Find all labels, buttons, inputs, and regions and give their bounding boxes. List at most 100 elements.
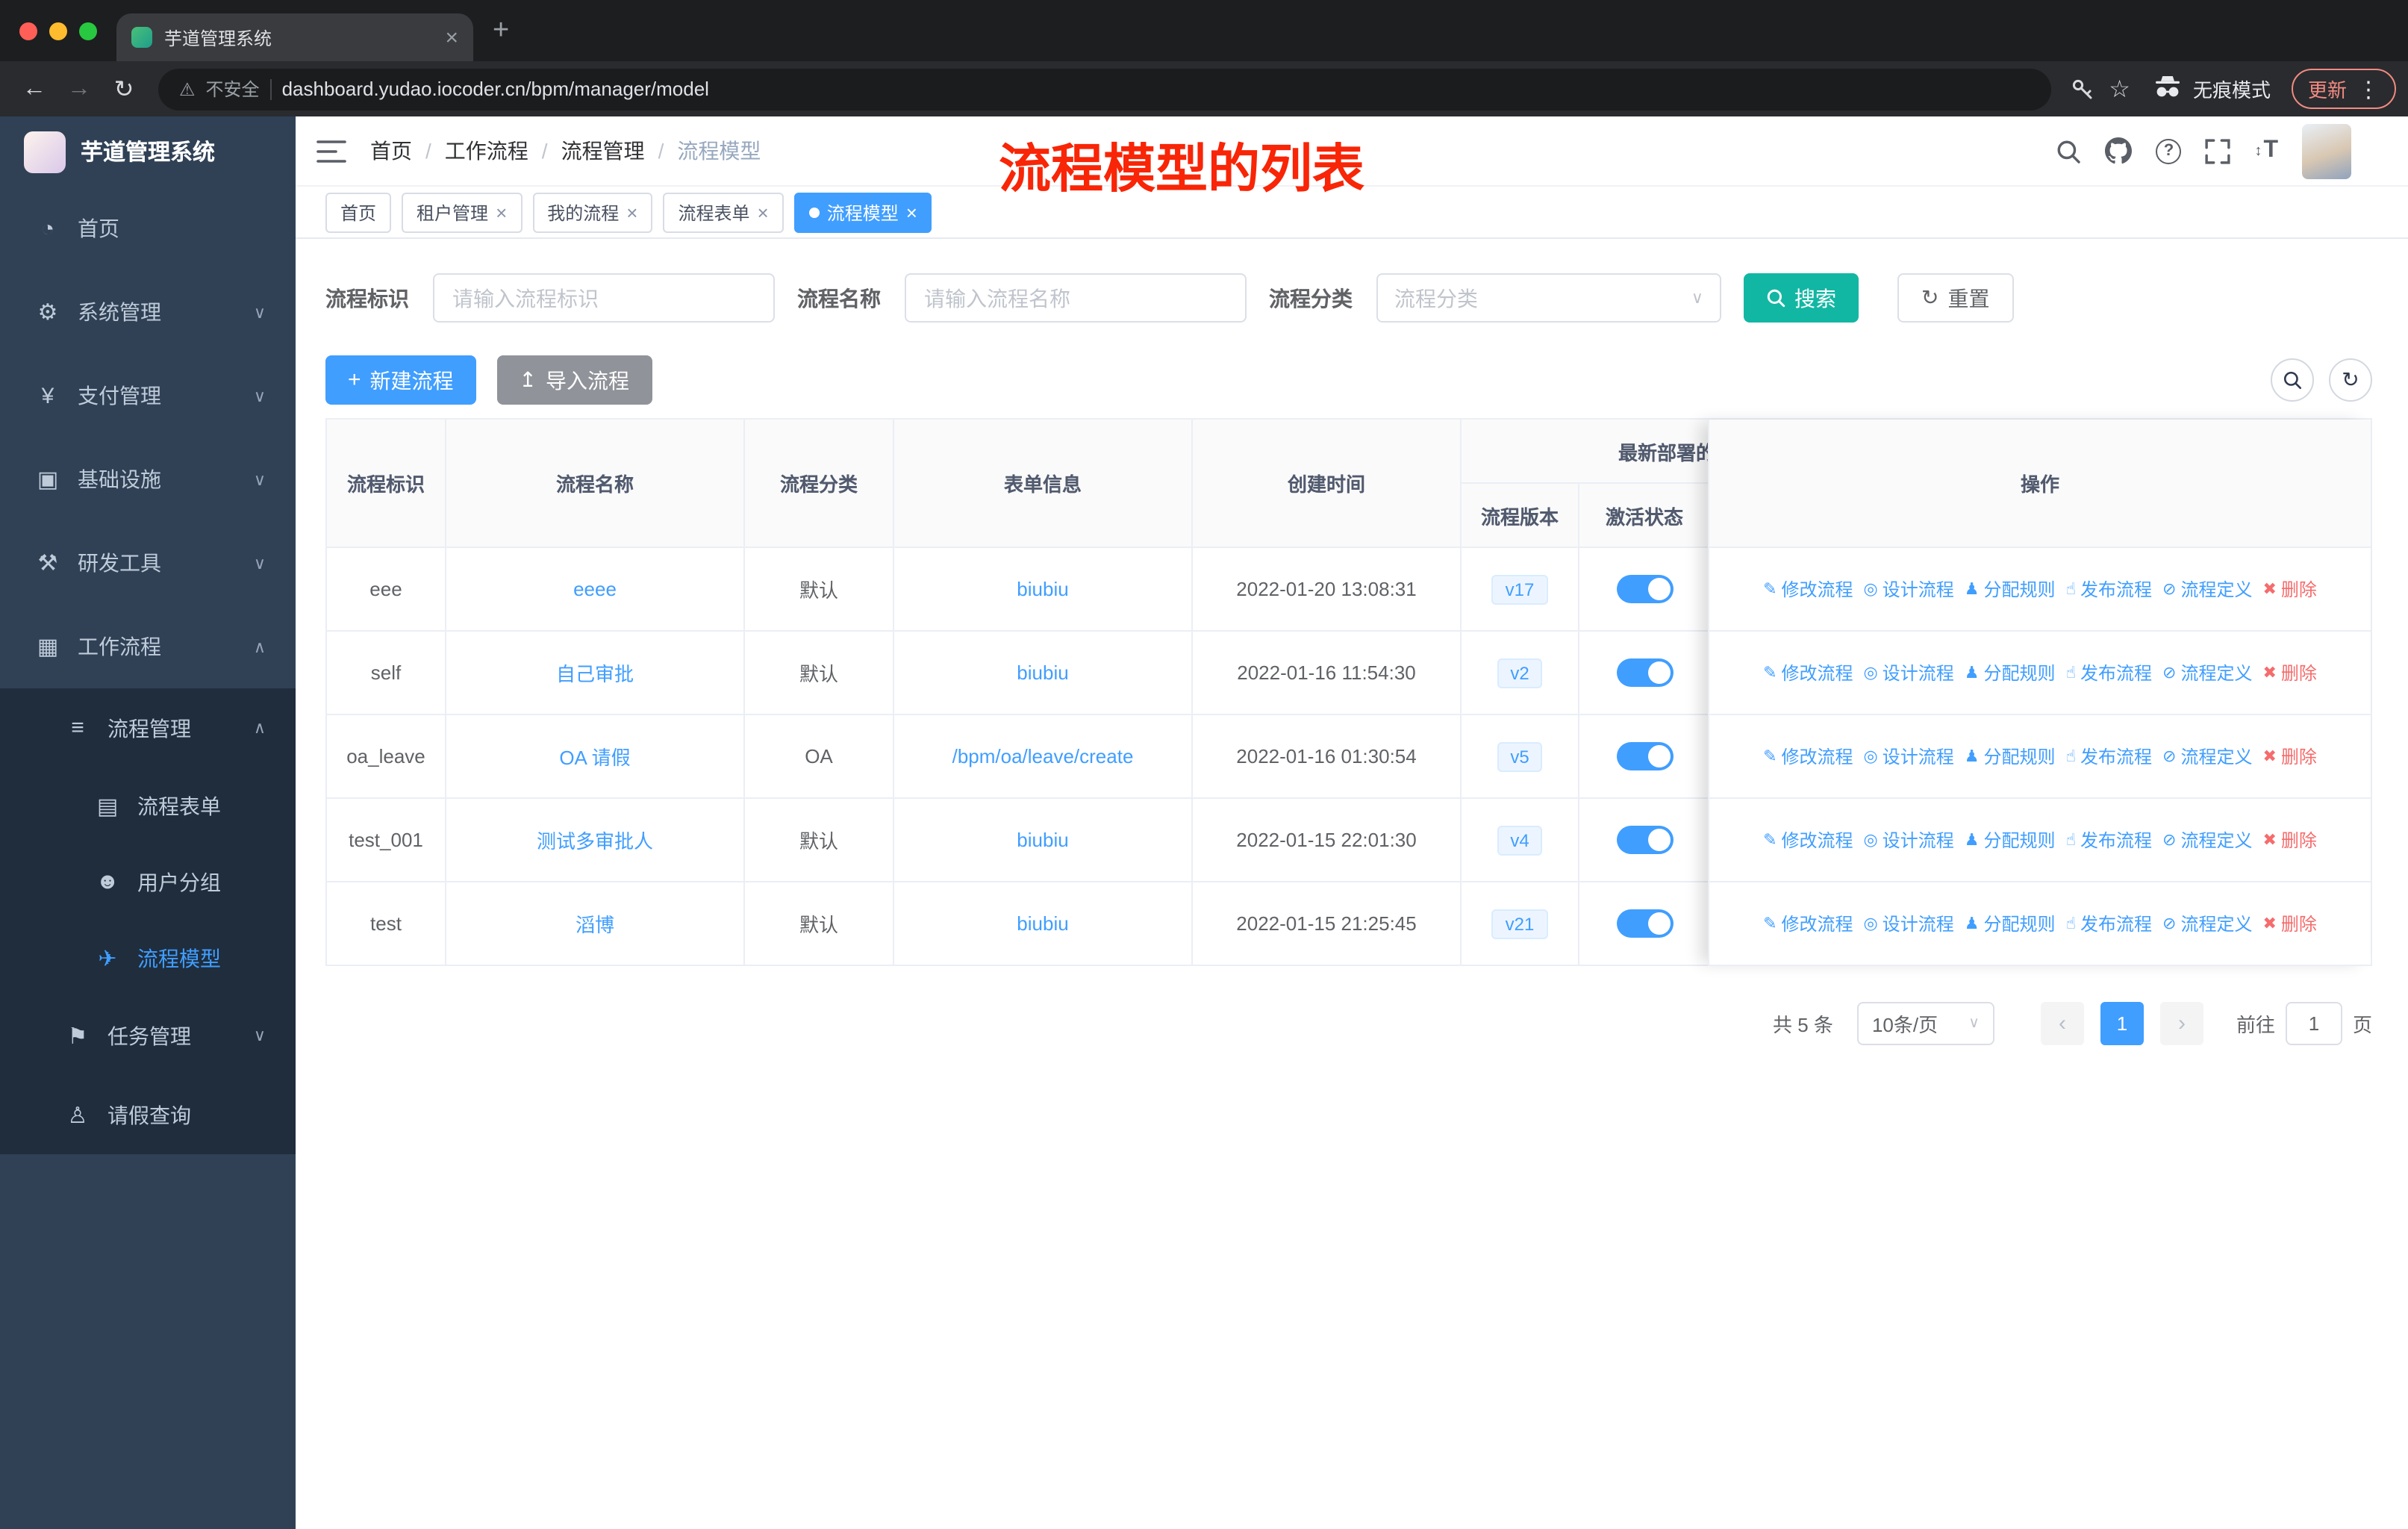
design-process-link[interactable]: ◎ 设计流程 [1864,744,1954,769]
assign-rule-link[interactable]: ♟ 分配规则 [1965,576,2056,602]
assign-rule-link[interactable]: ♟ 分配规则 [1965,660,2056,685]
sidebar-item-process-model[interactable]: ✈ 流程模型 [0,920,296,996]
browser-menu-icon[interactable]: ⋮ [2357,75,2380,102]
design-process-link[interactable]: ◎ 设计流程 [1864,827,1954,853]
sidebar-item-user-group[interactable]: ☻ 用户分组 [0,844,296,920]
process-category-select[interactable]: 流程分类 ∨ [1376,273,1721,323]
publish-process-link[interactable]: ☝ 发布流程 [2066,576,2152,602]
sidebar-item-infra[interactable]: ▣ 基础设施 ∨ [0,437,296,521]
refresh-table-button[interactable]: ↻ [2329,358,2372,402]
process-definition-link[interactable]: ⊘ 流程定义 [2162,660,2252,685]
design-process-link[interactable]: ◎ 设计流程 [1864,576,1954,602]
page-size-select[interactable]: 10条/页 ∨ [1856,1002,1994,1045]
back-button[interactable]: ← [12,75,57,102]
create-process-button[interactable]: + 新建流程 [325,355,476,405]
github-icon[interactable] [2105,137,2133,164]
maximize-window-button[interactable] [79,22,97,40]
delete-process-link[interactable]: ✖ 删除 [2262,744,2316,769]
edit-process-link[interactable]: ✎ 修改流程 [1763,911,1853,936]
url-bar[interactable]: ⚠ 不安全 dashboard.yudao.iocoder.cn/bpm/man… [158,68,2051,110]
process-id-input[interactable] [433,273,775,323]
publish-process-link[interactable]: ☝ 发布流程 [2066,660,2152,685]
reset-button[interactable]: ↻ 重置 [1897,273,2014,323]
reload-button[interactable]: ↻ [102,74,146,104]
tag-process-form[interactable]: 流程表单 × [663,192,784,232]
avatar[interactable] [2302,123,2351,178]
tag-home[interactable]: 首页 [325,192,392,232]
prev-page-button[interactable]: ‹ [2040,1002,2084,1045]
font-size-icon[interactable]: ↕ T [2254,137,2278,164]
process-name-link[interactable]: 自己审批 [556,663,634,685]
delete-process-link[interactable]: ✖ 删除 [2262,576,2316,602]
active-toggle[interactable] [1616,658,1673,687]
breadcrumb-item[interactable]: 流程管理 [561,136,645,166]
edit-process-link[interactable]: ✎ 修改流程 [1763,576,1853,602]
form-info-link[interactable]: /bpm/oa/leave/create [952,745,1134,767]
active-toggle[interactable] [1616,909,1673,938]
active-toggle[interactable] [1616,575,1673,603]
tag-process-model[interactable]: 流程模型 × [793,192,932,232]
goto-page-input[interactable] [2285,1002,2342,1045]
fullscreen-icon[interactable] [2205,138,2231,164]
process-definition-link[interactable]: ⊘ 流程定义 [2162,911,2252,936]
sidebar-item-leave-query[interactable]: ♙ 请假查询 [0,1075,296,1154]
close-icon[interactable]: × [626,201,637,223]
sidebar-item-home[interactable]: ◔ 首页 [0,187,296,270]
edit-process-link[interactable]: ✎ 修改流程 [1763,660,1853,685]
assign-rule-link[interactable]: ♟ 分配规则 [1965,744,2056,769]
browser-menu-update[interactable]: 更新 ⋮ [2291,69,2396,109]
password-key-icon[interactable] [2070,77,2094,101]
page-number-current[interactable]: 1 [2100,1002,2144,1045]
process-name-link[interactable]: OA 请假 [559,747,630,769]
active-toggle[interactable] [1616,826,1673,854]
assign-rule-link[interactable]: ♟ 分配规则 [1965,911,2056,936]
next-page-button[interactable]: › [2159,1002,2203,1045]
show-search-button[interactable] [2271,358,2314,402]
design-process-link[interactable]: ◎ 设计流程 [1864,911,1954,936]
form-info-link[interactable]: biubiu [1017,829,1068,851]
process-name-link[interactable]: 滔博 [576,914,614,936]
design-process-link[interactable]: ◎ 设计流程 [1864,660,1954,685]
delete-process-link[interactable]: ✖ 删除 [2262,911,2316,936]
publish-process-link[interactable]: ☝ 发布流程 [2066,744,2152,769]
help-icon[interactable]: ? [2156,138,2182,164]
hamburger-icon[interactable] [316,138,346,164]
forward-button[interactable]: → [57,75,102,102]
tab-close-icon[interactable]: × [445,25,458,50]
publish-process-link[interactable]: ☝ 发布流程 [2066,911,2152,936]
process-name-link[interactable]: eeee [573,578,617,600]
delete-process-link[interactable]: ✖ 删除 [2262,827,2316,853]
search-icon[interactable] [2056,138,2081,164]
breadcrumb-item[interactable]: 工作流程 [445,136,528,166]
form-info-link[interactable]: biubiu [1017,578,1068,600]
sidebar-item-process-form[interactable]: ▤ 流程表单 [0,767,296,844]
edit-process-link[interactable]: ✎ 修改流程 [1763,827,1853,853]
publish-process-link[interactable]: ☝ 发布流程 [2066,827,2152,853]
import-process-button[interactable]: ↥ 导入流程 [496,355,652,405]
process-definition-link[interactable]: ⊘ 流程定义 [2162,744,2252,769]
search-button[interactable]: 搜索 [1744,273,1859,323]
active-toggle[interactable] [1616,742,1673,770]
close-icon[interactable]: × [758,201,769,223]
sidebar-item-workflow[interactable]: ▦ 工作流程 ∧ [0,605,296,688]
form-info-link[interactable]: biubiu [1017,912,1068,935]
close-icon[interactable]: × [906,201,917,223]
sidebar-item-task-management[interactable]: ⚑ 任务管理 ∨ [0,996,296,1075]
sidebar-item-devtools[interactable]: ⚒ 研发工具 ∨ [0,521,296,605]
breadcrumb-item[interactable]: 首页 [370,136,412,166]
process-name-link[interactable]: 测试多审批人 [537,830,653,853]
sidebar-item-process-management[interactable]: ≡ 流程管理 ∧ [0,688,296,767]
browser-tab[interactable]: 芋道管理系统 × [116,13,473,61]
sidebar-item-system[interactable]: ⚙ 系统管理 ∨ [0,270,296,354]
bookmark-star-icon[interactable]: ☆ [2109,74,2130,104]
sidebar-item-payment[interactable]: ¥ 支付管理 ∨ [0,354,296,437]
close-icon[interactable]: × [496,201,507,223]
new-tab-button[interactable]: + [493,15,509,48]
tag-my-process[interactable]: 我的流程 × [532,192,653,232]
form-info-link[interactable]: biubiu [1017,661,1068,684]
edit-process-link[interactable]: ✎ 修改流程 [1763,744,1853,769]
process-definition-link[interactable]: ⊘ 流程定义 [2162,576,2252,602]
assign-rule-link[interactable]: ♟ 分配规则 [1965,827,2056,853]
minimize-window-button[interactable] [49,22,67,40]
close-window-button[interactable] [19,22,37,40]
